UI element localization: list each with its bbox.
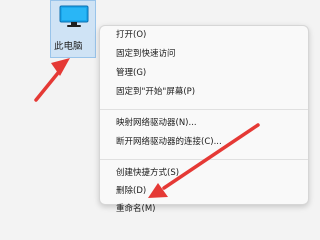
menu-item-delete[interactable]: 删除(D) <box>116 186 146 197</box>
menu-item-map-network-drive[interactable]: 映射网络驱动器(N)... <box>116 118 197 129</box>
menu-item-pin-quick-access[interactable]: 固定到快速访问 <box>116 49 176 60</box>
menu-separator <box>100 109 308 110</box>
this-pc-label: 此电脑 <box>54 41 83 52</box>
menu-item-pin-start[interactable]: 固定到"开始"屏幕(P) <box>116 87 195 98</box>
monitor-icon <box>59 5 89 27</box>
menu-separator <box>100 159 308 160</box>
menu-item-rename[interactable]: 重命名(M) <box>116 204 155 215</box>
context-menu: 打开(O) 固定到快速访问 管理(G) 固定到"开始"屏幕(P) 映射网络驱动器… <box>99 25 309 214</box>
menu-item-create-shortcut[interactable]: 创建快捷方式(S) <box>116 168 179 179</box>
menu-item-open[interactable]: 打开(O) <box>116 30 146 41</box>
menu-item-manage[interactable]: 管理(G) <box>116 68 146 79</box>
menu-item-disconnect-network-drive[interactable]: 断开网络驱动器的连接(C)... <box>116 137 222 148</box>
arrow-to-icon <box>34 58 70 102</box>
this-pc-desktop-icon[interactable]: 此电脑 <box>50 0 96 58</box>
